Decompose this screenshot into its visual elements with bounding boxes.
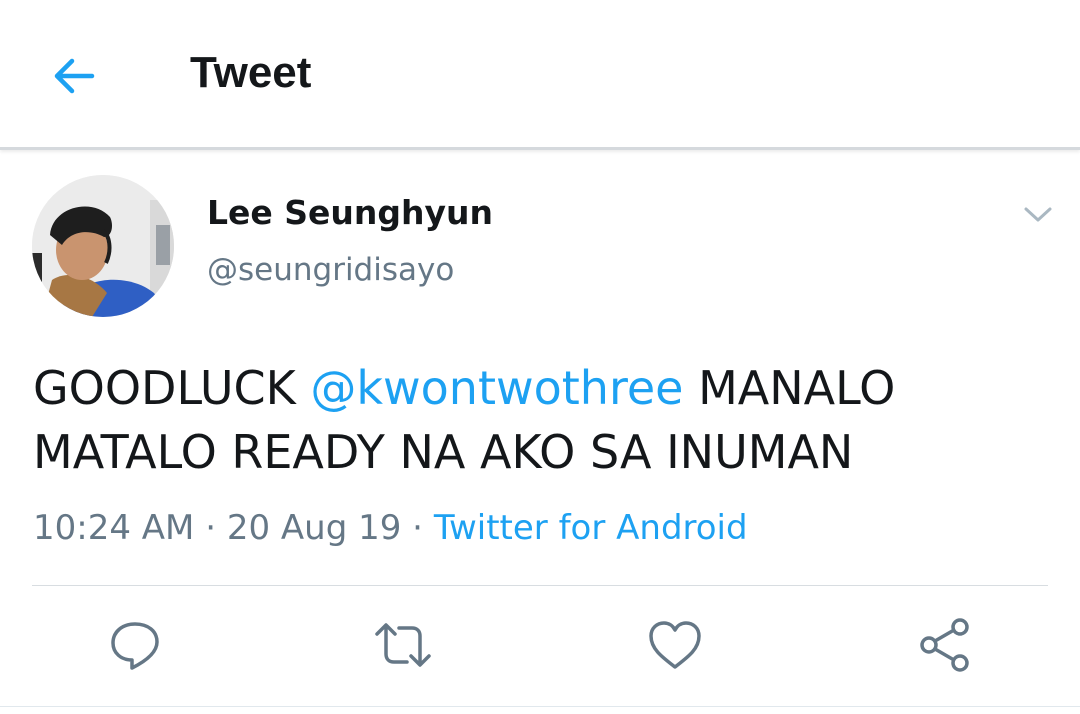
arrow-left-icon [54,58,95,94]
avatar[interactable] [32,175,174,317]
bottom-divider [0,706,1080,707]
tweet-line-1: GOODLUCK @kwontwothree MANALO [33,356,1043,420]
tweet-text: GOODLUCK @kwontwothree MANALO MATALO REA… [33,356,1043,484]
divider [32,585,1048,586]
tweet-source-link[interactable]: Twitter for Android [434,508,748,548]
tweet-meta: 10:24 AM · 20 Aug 19 · Twitter for Andro… [33,508,748,548]
profile-photo [32,175,174,317]
tweet-actions [0,600,1080,690]
tweet-text-segment: MANALO [683,361,896,415]
reply-icon [111,622,159,670]
tweet-options-button[interactable] [1018,195,1058,235]
page-title: Tweet [190,48,312,97]
share-icon [920,618,969,672]
reply-button[interactable] [105,615,165,675]
tweet-date: 20 Aug 19 [226,508,402,548]
author-handle[interactable]: @seungridisayo [207,252,454,288]
retweet-button[interactable] [373,615,433,675]
meta-separator: · [194,508,227,548]
tweet-line-2: MATALO READY NA AKO SA INUMAN [33,425,854,479]
chevron-down-icon [1024,207,1052,222]
share-button[interactable] [915,615,975,675]
retweet-icon [375,623,431,667]
tweet-time: 10:24 AM [33,508,195,548]
author-display-name[interactable]: Lee Seunghyun [207,193,493,232]
heart-icon [649,621,701,669]
tweet-text-segment: GOODLUCK [33,361,311,415]
meta-separator: · [401,508,434,548]
like-button[interactable] [645,615,705,675]
back-button[interactable] [48,50,100,102]
top-app-bar: Tweet [0,0,1080,150]
mention-link[interactable]: @kwontwothree [310,361,683,415]
